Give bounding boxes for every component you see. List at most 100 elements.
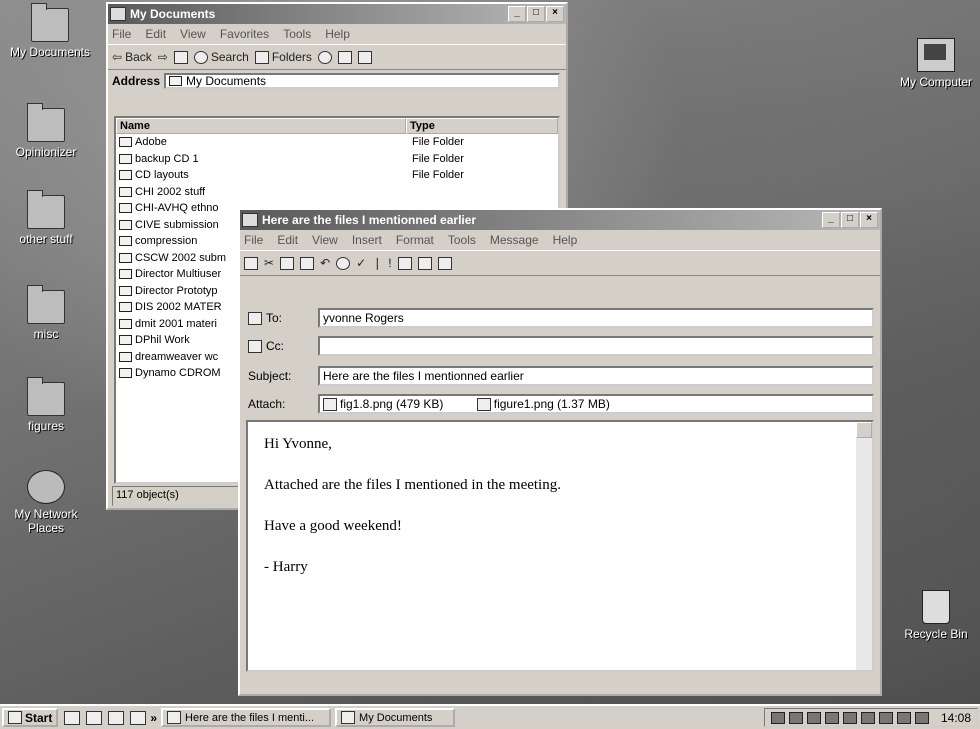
attach-icon[interactable]: ❘ [372,256,382,270]
menu-file[interactable]: File [244,233,263,247]
attachment-item[interactable]: fig1.8.png (479 KB) [323,396,443,412]
move-to-icon[interactable] [337,50,352,64]
column-type[interactable]: Type [406,118,558,134]
system-tray: 14:08 [763,708,978,727]
address-book-icon[interactable] [248,339,262,353]
vertical-scrollbar[interactable] [856,422,872,670]
item-type: File Folder [412,136,464,149]
menu-help[interactable]: Help [553,233,578,247]
search-button[interactable]: Search [193,50,249,64]
show-desktop-icon[interactable] [64,710,81,725]
subject-label: Subject: [248,369,292,383]
explorer-titlebar[interactable]: My Documents _ □ × [108,4,566,24]
tray-icon[interactable] [896,711,911,724]
volume-icon[interactable] [914,711,929,724]
attachment-item[interactable]: figure1.png (1.37 MB) [476,396,610,412]
list-item[interactable]: CD layouts File Folder [116,167,558,184]
priority-icon[interactable]: ! [388,256,391,270]
desktop-icon-label: Recycle Bin [904,627,968,641]
menu-favorites[interactable]: Favorites [220,27,269,41]
body-line: Hi Yvonne, [264,436,332,452]
close-button[interactable]: × [546,6,564,22]
desktop-icon-figures[interactable]: figures [0,377,96,433]
menu-insert[interactable]: Insert [352,233,382,247]
folder-icon [27,285,65,324]
desktop-icon-my-computer[interactable]: My Computer [886,38,980,89]
menu-help[interactable]: Help [325,27,350,41]
item-type: File Folder [412,152,464,165]
desktop-icon-recycle-bin[interactable]: Recycle Bin [886,590,980,641]
cut-icon[interactable]: ✂ [264,256,274,270]
more-quicklaunch-button[interactable]: » [150,711,157,725]
maximize-button[interactable]: □ [527,6,545,22]
menu-tools[interactable]: Tools [448,233,476,247]
list-item[interactable]: Adobe File Folder [116,134,558,151]
desktop-icon-other-stuff[interactable]: other stuff [0,190,96,246]
browser-icon[interactable] [86,710,103,725]
paste-icon[interactable] [300,256,315,270]
menu-tools[interactable]: Tools [283,27,311,41]
minimize-button[interactable]: _ [508,6,526,22]
copy-to-icon[interactable] [357,50,372,64]
menu-view[interactable]: View [180,27,206,41]
task-my-documents[interactable]: My Documents [335,708,456,727]
mail-icon[interactable] [108,710,125,725]
offline-icon[interactable] [437,256,452,270]
encrypt-icon[interactable] [417,256,432,270]
spelling-icon[interactable]: ✓ [356,256,366,270]
sign-icon[interactable] [397,256,412,270]
close-button[interactable]: × [860,212,878,228]
list-item[interactable]: CHI 2002 stuff [116,184,558,201]
menu-view[interactable]: View [312,233,338,247]
tray-icon[interactable] [824,711,839,724]
copy-icon[interactable] [280,256,295,270]
explorer-menubar: File Edit View Favorites Tools Help [108,24,566,44]
forward-button[interactable]: ⇨ [158,50,168,64]
menu-format[interactable]: Format [396,233,434,247]
address-book-icon[interactable] [248,311,262,325]
maximize-button[interactable]: □ [841,212,859,228]
desktop-icon-my-documents[interactable]: My Documents [0,3,100,59]
desktop-icon-opinionizer[interactable]: Opinionizer [0,103,96,159]
address-input[interactable]: My Documents [164,73,560,89]
back-button[interactable]: ⇦ Back [112,50,152,64]
tray-icon[interactable] [806,711,821,724]
desktop-icon-my-network-places[interactable]: My Network Places [0,470,96,535]
folder-icon [119,137,132,148]
undo-icon[interactable]: ↶ [320,256,330,270]
cc-field[interactable] [318,336,874,356]
check-names-icon[interactable] [336,256,351,270]
up-folder-icon[interactable] [173,50,188,64]
list-header: Name Type [116,118,558,134]
to-label-group: To: [248,311,318,325]
minimize-button[interactable]: _ [822,212,840,228]
message-body[interactable]: Hi Yvonne, Attached are the files I ment… [246,420,874,672]
menu-file[interactable]: File [112,27,131,41]
to-field[interactable]: yvonne Rogers [318,308,874,328]
scroll-up-arrow[interactable] [856,422,872,438]
tray-icon[interactable] [788,711,803,724]
attachments-field[interactable]: fig1.8.png (479 KB) figure1.png (1.37 MB… [318,394,874,414]
desktop-icon-misc[interactable]: misc [0,285,96,341]
menu-edit[interactable]: Edit [277,233,298,247]
list-item[interactable]: backup CD 1 File Folder [116,151,558,168]
attach-row: Attach: fig1.8.png (479 KB) figure1.png … [248,394,874,414]
menu-edit[interactable]: Edit [145,27,166,41]
address-label: Address [112,74,161,88]
tray-icon[interactable] [842,711,857,724]
quicklaunch-icon[interactable] [130,710,147,725]
task-email[interactable]: Here are the files I menti... [161,708,332,727]
back-arrow-icon: ⇦ [112,50,123,64]
tray-icon[interactable] [878,711,893,724]
email-titlebar[interactable]: Here are the files I mentionned earlier … [240,210,880,230]
desktop-icon-label: other stuff [19,232,73,246]
history-icon[interactable] [317,50,332,64]
start-button[interactable]: Start [2,708,59,727]
send-icon[interactable] [244,256,258,270]
subject-field[interactable]: Here are the files I mentionned earlier [318,366,874,386]
folders-button[interactable]: Folders [254,50,312,64]
column-name[interactable]: Name [116,118,406,134]
tray-icon[interactable] [860,711,875,724]
tray-icon[interactable] [770,711,785,724]
menu-message[interactable]: Message [490,233,539,247]
